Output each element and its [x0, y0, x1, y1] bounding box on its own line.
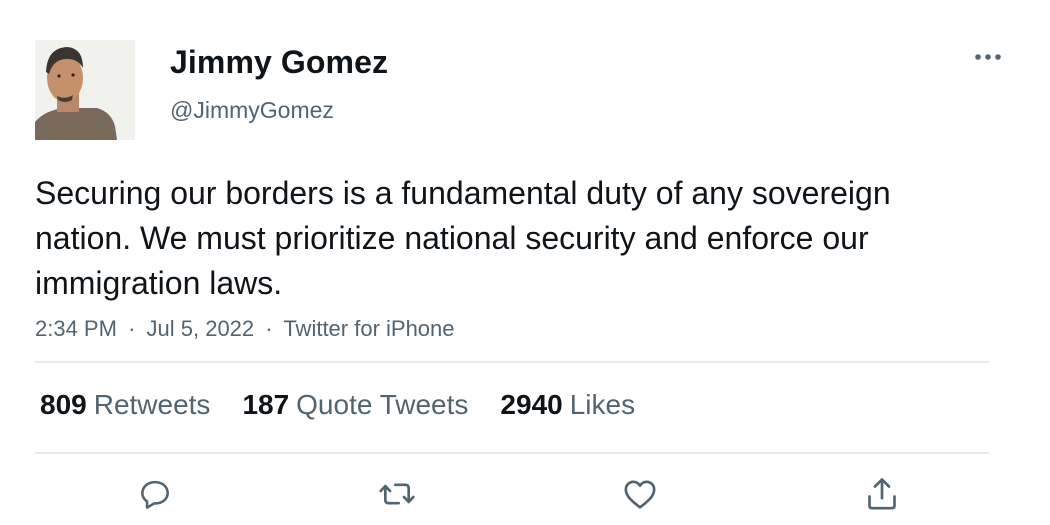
meta-separator: ·: [128, 316, 136, 341]
more-options-button[interactable]: [968, 42, 1008, 72]
avatar[interactable]: [35, 40, 135, 140]
tweet-meta: 2:34 PM · Jul 5, 2022 · Twitter for iPho…: [35, 316, 455, 342]
likes-label: Likes: [569, 389, 636, 420]
reply-icon: [141, 480, 169, 509]
likes-stat[interactable]: 2940 Likes: [500, 389, 635, 421]
likes-count: 2940: [500, 389, 563, 420]
divider: [35, 452, 989, 454]
tweet-time[interactable]: 2:34 PM: [35, 316, 117, 341]
quote-tweets-label: Quote Tweets: [296, 389, 469, 420]
avatar-image: [35, 40, 135, 140]
quote-tweets-stat[interactable]: 187 Quote Tweets: [242, 389, 468, 421]
quote-tweets-count: 187: [242, 389, 290, 420]
retweets-stat[interactable]: 809 Retweets: [40, 389, 210, 421]
divider: [35, 361, 989, 363]
share-button[interactable]: [860, 472, 904, 516]
reply-button[interactable]: [133, 472, 177, 516]
retweets-count: 809: [40, 389, 87, 420]
retweet-button[interactable]: [375, 472, 419, 516]
meta-separator: ·: [265, 316, 273, 341]
heart-icon: [624, 480, 656, 509]
retweet-icon: [379, 483, 415, 505]
tweet-text: Securing our borders is a fundamental du…: [35, 175, 891, 301]
share-icon: [868, 478, 896, 510]
author-name[interactable]: Jimmy Gomez: [170, 44, 388, 81]
retweets-label: Retweets: [93, 389, 211, 420]
tweet-card: Jimmy Gomez @JimmyGomez Securing our bor…: [0, 0, 1050, 525]
tweet-source[interactable]: Twitter for iPhone: [283, 316, 454, 341]
author-handle[interactable]: @JimmyGomez: [170, 97, 334, 124]
more-dots-icon: [975, 54, 1001, 60]
tweet-date[interactable]: Jul 5, 2022: [147, 316, 255, 341]
action-bar: [0, 472, 1050, 517]
engagement-stats: 809 Retweets 187 Quote Tweets 2940 Likes: [40, 389, 667, 421]
like-button[interactable]: [618, 472, 662, 516]
